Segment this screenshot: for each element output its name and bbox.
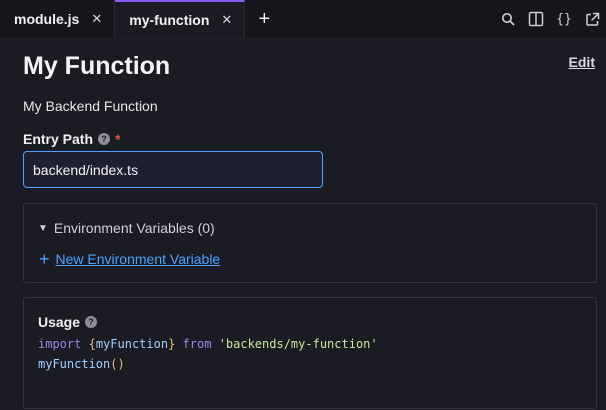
required-marker: * <box>115 131 121 147</box>
environment-variables-panel: ▼ Environment Variables (0) + New Enviro… <box>23 203 597 283</box>
code-call-name: myFunction <box>38 357 111 371</box>
search-icon[interactable] <box>500 11 516 27</box>
usage-label: Usage ? <box>38 314 98 330</box>
tab-bar: module.js ✕ my-function ✕ + {} <box>0 0 606 39</box>
code-brace-open: { <box>88 337 96 351</box>
tab-my-function[interactable]: my-function ✕ <box>115 0 246 38</box>
code-identifier: myFunction <box>95 337 169 351</box>
new-environment-variable-link[interactable]: + New Environment Variable <box>39 249 221 269</box>
entry-path-input[interactable] <box>23 151 323 188</box>
usage-panel: Usage ? import {myFunction} from 'backen… <box>23 297 597 409</box>
close-icon[interactable]: ✕ <box>221 12 232 28</box>
code-braces-icon[interactable]: {} <box>556 11 572 27</box>
code-call-parens: () <box>110 357 125 371</box>
open-external-icon[interactable] <box>584 11 600 27</box>
code-brace-close: } <box>168 337 176 351</box>
page-title: My Function <box>23 52 171 80</box>
code-keyword-from: from <box>182 337 212 351</box>
help-icon[interactable]: ? <box>98 133 111 145</box>
code-keyword-import: import <box>38 337 82 351</box>
tab-module-js[interactable]: module.js ✕ <box>0 0 116 38</box>
tab-toolbar: {} <box>500 0 606 38</box>
new-environment-variable-label: New Environment Variable <box>55 251 221 267</box>
split-view-icon[interactable] <box>528 11 544 27</box>
help-icon[interactable]: ? <box>85 316 98 328</box>
plus-icon: + <box>39 249 50 269</box>
plus-icon: + <box>258 7 271 30</box>
function-description: My Backend Function <box>23 98 158 114</box>
triangle-down-icon: ▼ <box>38 222 48 234</box>
edit-link[interactable]: Edit <box>569 54 595 70</box>
environment-variables-toggle[interactable]: ▼ Environment Variables (0) <box>38 220 215 236</box>
environment-variables-header: Environment Variables (0) <box>53 220 215 236</box>
add-tab-button[interactable]: + <box>245 0 283 38</box>
tab-label: my-function <box>129 12 210 28</box>
entry-path-label-text: Entry Path <box>23 131 94 147</box>
tab-label: module.js <box>14 11 80 27</box>
entry-path-label: Entry Path ? * <box>23 131 120 147</box>
usage-code-block: import {myFunction} from 'backends/my-fu… <box>38 334 378 374</box>
code-module-string: 'backends/my-function' <box>218 337 378 351</box>
close-icon[interactable]: ✕ <box>91 11 102 27</box>
usage-label-text: Usage <box>38 314 81 330</box>
